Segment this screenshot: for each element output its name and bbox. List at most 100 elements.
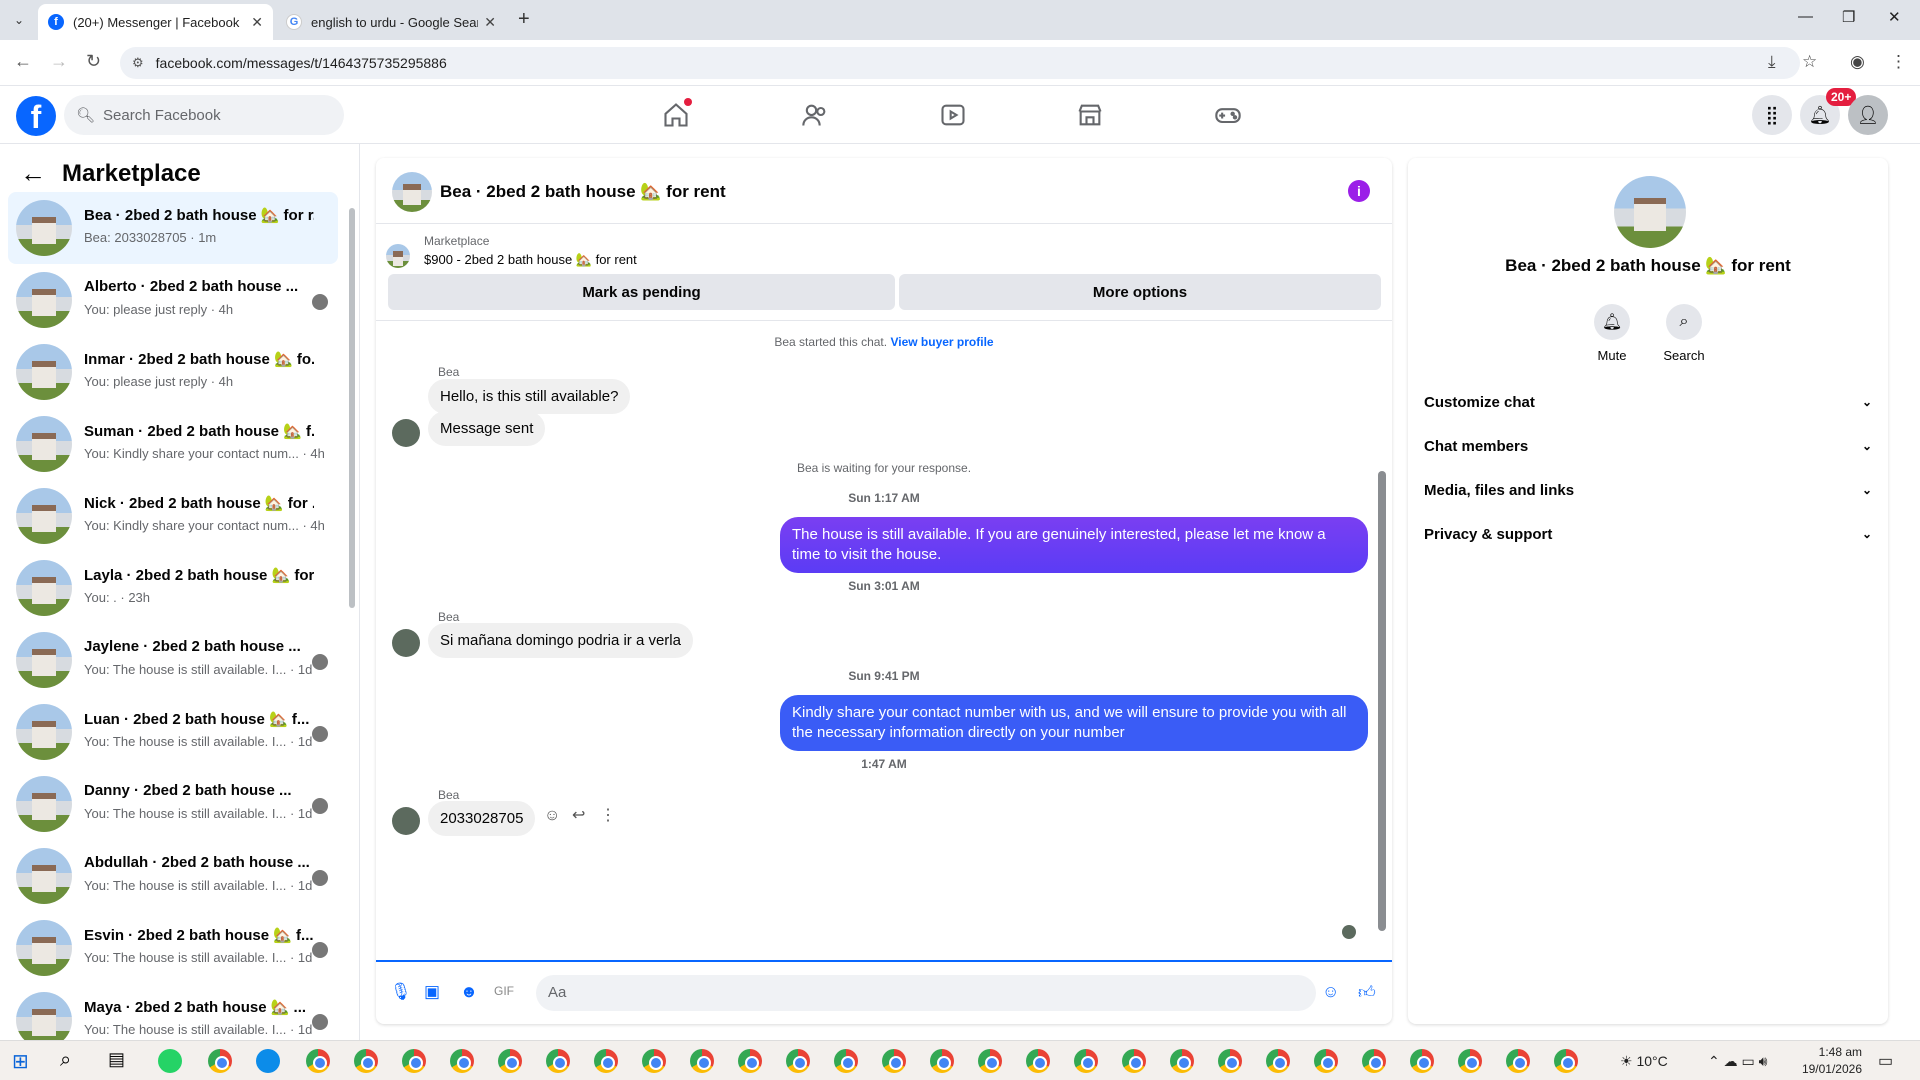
conversation-item[interactable]: Suman · 2bed 2 bath house 🏡 f... You: Kin… bbox=[8, 408, 338, 480]
message-input[interactable]: Aa bbox=[536, 975, 1316, 1011]
chat-members-row[interactable]: Chat members ⌄ bbox=[1424, 424, 1872, 468]
conversation-item[interactable]: Bea · 2bed 2 bath house 🏡 for r... Bea: 2… bbox=[8, 192, 338, 264]
whatsapp-icon[interactable] bbox=[158, 1049, 182, 1073]
mark-as-pending-button[interactable]: Mark as pending bbox=[388, 274, 895, 310]
react-emoji-icon[interactable]: ☺ bbox=[544, 807, 560, 825]
incoming-message[interactable]: Si mañana domingo podria ir a verla bbox=[428, 623, 693, 658]
chrome-window-icon[interactable] bbox=[402, 1049, 426, 1073]
incoming-message[interactable]: Hello, is this still available? bbox=[428, 379, 631, 414]
browser-menu-icon[interactable]: ⋮ bbox=[1890, 52, 1907, 72]
tab-messenger[interactable]: f (20+) Messenger | Facebook ✕ bbox=[38, 4, 273, 40]
more-options-button[interactable]: More options bbox=[899, 274, 1381, 310]
chrome-window-icon[interactable] bbox=[834, 1049, 858, 1073]
friends-icon[interactable] bbox=[795, 100, 835, 130]
chrome-icon[interactable] bbox=[208, 1049, 232, 1073]
details-avatar[interactable] bbox=[1614, 176, 1686, 248]
conversation-item[interactable]: Esvin · 2bed 2 bath house 🏡 f... You: The… bbox=[8, 912, 338, 984]
chrome-window-icon[interactable] bbox=[1074, 1049, 1098, 1073]
privacy-support-row[interactable]: Privacy & support ⌄ bbox=[1424, 512, 1872, 556]
sidebar-scrollbar[interactable] bbox=[349, 208, 355, 608]
marketplace-icon[interactable] bbox=[1070, 100, 1110, 130]
chrome-window-icon[interactable] bbox=[1026, 1049, 1050, 1073]
site-info-icon[interactable]: ⚙ bbox=[132, 55, 144, 71]
chat-scrollbar[interactable] bbox=[1378, 471, 1386, 931]
chrome-window-icon[interactable] bbox=[1266, 1049, 1290, 1073]
chrome-window-icon[interactable] bbox=[1506, 1049, 1530, 1073]
media-files-links-row[interactable]: Media, files and links ⌄ bbox=[1424, 468, 1872, 512]
sticker-icon[interactable]: ☻ bbox=[460, 982, 478, 1002]
video-icon[interactable] bbox=[933, 100, 973, 130]
more-icon[interactable]: ⋮ bbox=[600, 805, 616, 825]
chrome-window-icon[interactable] bbox=[1362, 1049, 1386, 1073]
install-app-icon[interactable]: ⤓ bbox=[1768, 52, 1776, 72]
chrome-window-icon[interactable] bbox=[786, 1049, 810, 1073]
facebook-logo[interactable]: f bbox=[16, 96, 56, 136]
minimize-icon[interactable]: — bbox=[1798, 8, 1813, 25]
sender-avatar[interactable] bbox=[392, 419, 420, 447]
conversation-item[interactable]: Layla · 2bed 2 bath house 🏡 for... You: .… bbox=[8, 552, 338, 624]
chrome-window-icon[interactable] bbox=[690, 1049, 714, 1073]
mute-button[interactable]: 🔔︎ Mute bbox=[1582, 304, 1642, 363]
view-buyer-profile-link[interactable]: View buyer profile bbox=[890, 335, 993, 349]
new-tab-button[interactable]: + bbox=[518, 8, 530, 31]
tab-search-icon[interactable]: ⌄ bbox=[8, 9, 30, 31]
reply-icon[interactable]: ↩ bbox=[572, 805, 585, 825]
incoming-message[interactable]: 2033028705 bbox=[428, 801, 536, 836]
conversation-item[interactable]: Danny · 2bed 2 bath house ... You: The ho… bbox=[8, 768, 338, 840]
notification-center-icon[interactable]: ▭ bbox=[1878, 1051, 1893, 1071]
chrome-window-icon[interactable] bbox=[930, 1049, 954, 1073]
incoming-message[interactable]: Message sent bbox=[428, 411, 546, 446]
menu-grid-icon[interactable]: ⣿ bbox=[1752, 95, 1792, 135]
back-arrow-icon[interactable]: ← bbox=[20, 158, 46, 189]
weather-temperature[interactable]: ☀ 10°C bbox=[1620, 1053, 1668, 1070]
chrome-window-icon[interactable] bbox=[354, 1049, 378, 1073]
task-view-icon[interactable]: ▤ bbox=[108, 1049, 132, 1073]
conversation-item[interactable]: Alberto · 2bed 2 bath house ... You: plea… bbox=[8, 264, 338, 336]
conversation-item[interactable]: Nick · 2bed 2 bath house 🏡 for ... You: K… bbox=[8, 480, 338, 552]
tab-google[interactable]: G english to urdu - Google Search ✕ bbox=[276, 4, 506, 40]
close-tab-icon[interactable]: ✕ bbox=[484, 14, 496, 31]
outgoing-message[interactable]: The house is still available. If you are… bbox=[780, 517, 1368, 573]
chrome-window-icon[interactable] bbox=[450, 1049, 474, 1073]
gif-icon[interactable]: GIF bbox=[494, 984, 514, 998]
chrome-window-icon[interactable] bbox=[642, 1049, 666, 1073]
edge-icon[interactable] bbox=[256, 1049, 280, 1073]
chat-title[interactable]: Bea · 2bed 2 bath house 🏡 for rent bbox=[440, 182, 726, 202]
chrome-window-icon[interactable] bbox=[1122, 1049, 1146, 1073]
like-thumb-icon[interactable]: 👍︎ bbox=[1358, 982, 1376, 1003]
chrome-window-icon[interactable] bbox=[498, 1049, 522, 1073]
emoji-icon[interactable]: ☺ bbox=[1322, 982, 1339, 1002]
conversation-item[interactable]: Luan · 2bed 2 bath house 🏡 f... You: The … bbox=[8, 696, 338, 768]
profile-icon[interactable]: ◉ bbox=[1850, 52, 1865, 72]
back-icon[interactable]: ← bbox=[14, 51, 32, 72]
microphone-icon[interactable]: 🎙︎ bbox=[390, 982, 412, 1002]
chat-avatar[interactable] bbox=[392, 172, 432, 212]
chrome-window-icon[interactable] bbox=[546, 1049, 570, 1073]
chrome-window-icon[interactable] bbox=[882, 1049, 906, 1073]
conversation-item[interactable]: Abdullah · 2bed 2 bath house ... You: The… bbox=[8, 840, 338, 912]
conversation-item[interactable]: Inmar · 2bed 2 bath house 🏡 fo... You: pl… bbox=[8, 336, 338, 408]
close-tab-icon[interactable]: ✕ bbox=[251, 14, 263, 31]
chrome-window-icon[interactable] bbox=[1458, 1049, 1482, 1073]
account-avatar[interactable]: 👤︎ bbox=[1848, 95, 1888, 135]
chrome-window-icon[interactable] bbox=[1410, 1049, 1434, 1073]
chrome-window-icon[interactable] bbox=[1314, 1049, 1338, 1073]
chrome-window-icon[interactable] bbox=[738, 1049, 762, 1073]
system-tray-icons[interactable]: ⌃ ☁ ▭ 🔊︎ bbox=[1708, 1053, 1767, 1070]
bookmark-star-icon[interactable]: ☆ bbox=[1802, 52, 1817, 72]
chrome-window-icon[interactable] bbox=[1554, 1049, 1578, 1073]
chrome-window-icon[interactable] bbox=[1170, 1049, 1194, 1073]
taskbar-search-icon[interactable]: ⌕ bbox=[60, 1049, 84, 1073]
restore-icon[interactable]: ❐ bbox=[1842, 8, 1855, 26]
clock-time[interactable]: 1:48 am bbox=[1808, 1045, 1862, 1059]
customize-chat-row[interactable]: Customize chat ⌄ bbox=[1424, 380, 1872, 424]
search-input[interactable]: 🔍︎ Search Facebook bbox=[64, 95, 344, 135]
chrome-window-icon[interactable] bbox=[306, 1049, 330, 1073]
chrome-window-icon[interactable] bbox=[1218, 1049, 1242, 1073]
windows-start-icon[interactable]: ⊞ bbox=[12, 1049, 36, 1073]
sender-avatar[interactable] bbox=[392, 629, 420, 657]
info-icon[interactable]: i bbox=[1348, 180, 1370, 202]
listing-summary[interactable]: Marketplace $900 - 2bed 2 bath house 🏡 f… bbox=[386, 234, 1376, 272]
chrome-window-icon[interactable] bbox=[978, 1049, 1002, 1073]
conversation-item[interactable]: Jaylene · 2bed 2 bath house ... You: The … bbox=[8, 624, 338, 696]
